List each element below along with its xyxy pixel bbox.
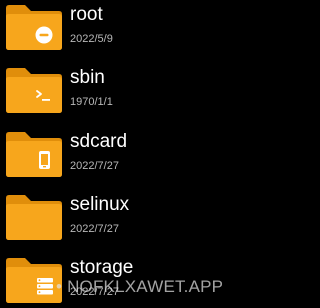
file-date: 2022/7/27 — [70, 286, 119, 298]
file-name: root — [70, 4, 103, 25]
file-row-root[interactable]: root 2022/5/9 — [0, 0, 288, 60]
file-row-selinux[interactable]: selinux 2022/7/27 — [0, 187, 288, 250]
folder-minus-icon — [4, 3, 64, 51]
file-date: 2022/7/27 — [70, 160, 119, 172]
file-row-storage[interactable]: storage 2022/7/27 — [0, 250, 288, 308]
file-name: selinux — [70, 194, 130, 215]
file-name: sbin — [70, 67, 105, 88]
file-date: 1970/1/1 — [70, 96, 113, 108]
file-row-sdcard[interactable]: sdcard 2022/7/27 — [0, 124, 288, 187]
file-name: storage — [70, 257, 134, 278]
folder-phone-icon — [4, 130, 64, 178]
file-date: 2022/5/9 — [70, 33, 113, 45]
file-name: sdcard — [70, 131, 128, 152]
folder-icon — [4, 193, 64, 241]
folder-terminal-icon — [4, 66, 64, 114]
file-row-sbin[interactable]: sbin 1970/1/1 — [0, 60, 288, 123]
file-date: 2022/7/27 — [70, 223, 119, 235]
file-list-screen: root 2022/5/9 sbin 1970/1/1 sdcard 2022/… — [0, 0, 288, 308]
folder-storage-icon — [4, 256, 64, 304]
